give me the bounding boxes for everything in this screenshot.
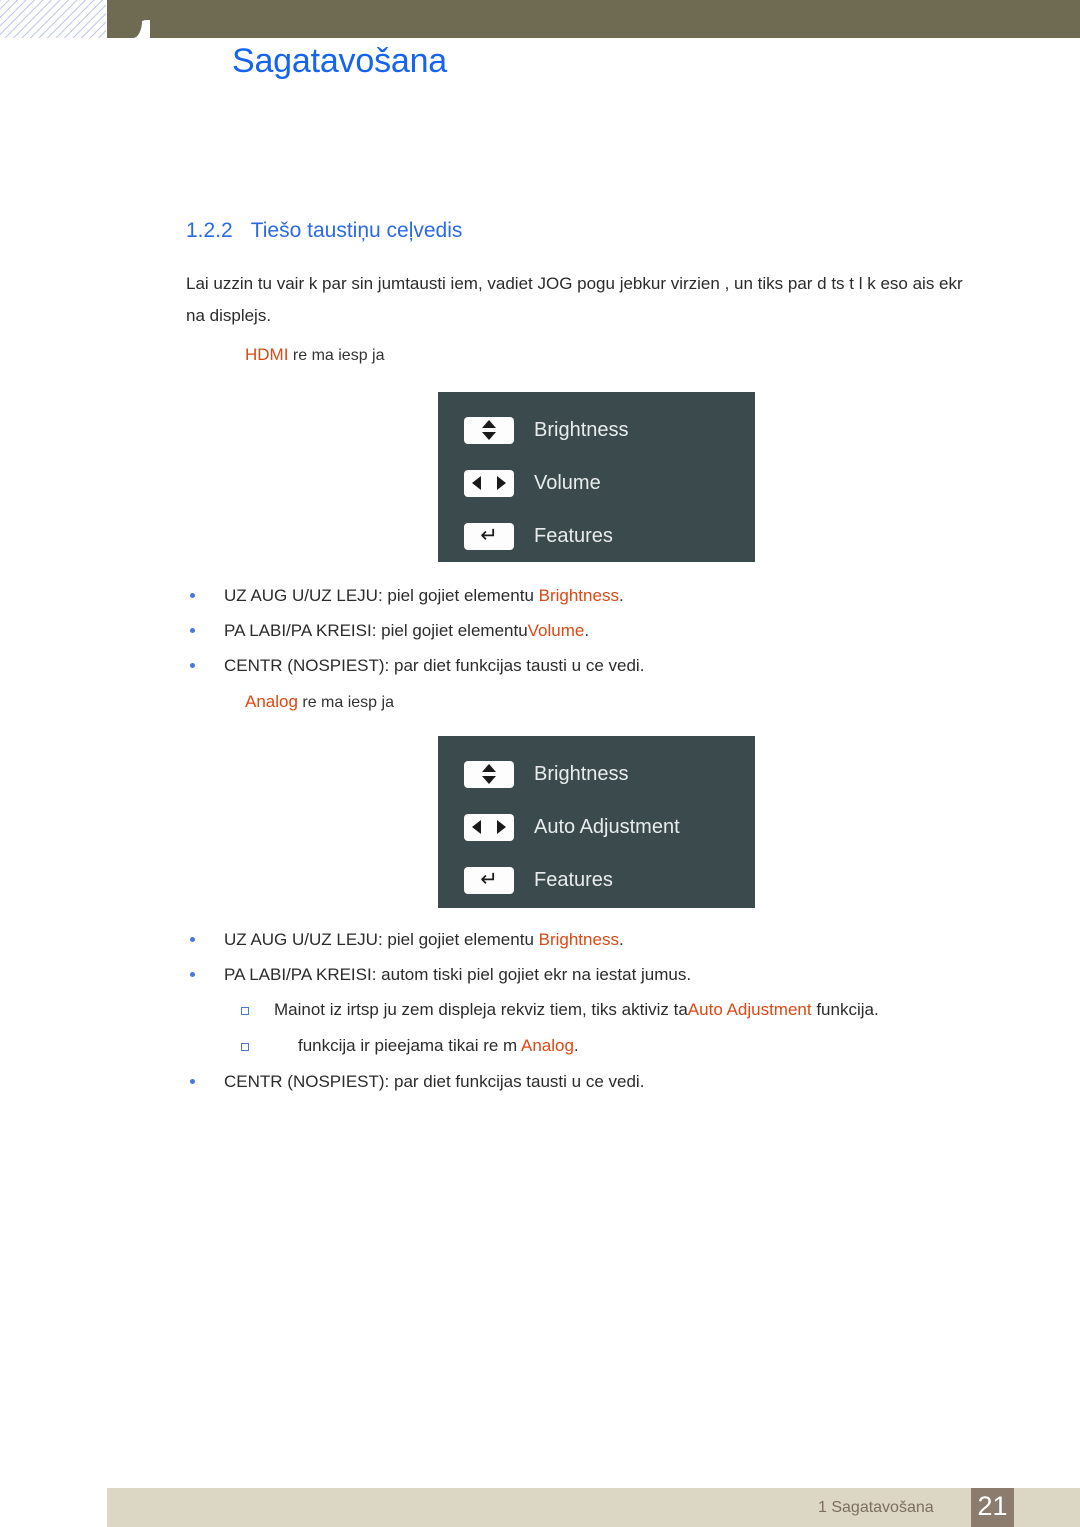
page-number: 21 — [977, 1491, 1008, 1521]
list-item: CENTR (NOSPIEST): par diet funkcijas tau… — [186, 1064, 1006, 1099]
analog-bullet-list: UZ AUG U/UZ LEJU: piel gojiet elementu B… — [186, 922, 1006, 1099]
osd-row[interactable]: ↵ Features — [438, 512, 755, 560]
analog-keyword: Analog — [245, 692, 298, 711]
hdmi-bullet-list: UZ AUG U/UZ LEJU: piel gojiet elementu B… — [186, 578, 1006, 683]
bullet-dot-icon — [190, 937, 195, 942]
page-title: Sagatavošana — [232, 42, 447, 80]
bullet-text-pre: UZ AUG U/UZ LEJU: piel gojiet elementu — [224, 930, 539, 949]
left-right-arrows-icon[interactable] — [464, 813, 514, 841]
section-number: 1.2.2 — [186, 219, 233, 242]
osd-row-label: Brightness — [534, 418, 629, 441]
osd-menu-hdmi: Brightness Volume ↵ Features — [438, 392, 755, 562]
enter-return-arrow-icon[interactable]: ↵ — [464, 866, 514, 894]
bullet-dot-icon — [190, 628, 195, 633]
page-footer-band — [107, 1488, 1080, 1527]
hdmi-keyword: HDMI — [245, 345, 289, 364]
bullet-text: PA LABI/PA KREISI: autom tiski piel goji… — [224, 965, 692, 984]
bullet-dot-icon — [190, 593, 195, 598]
footer-chapter-label: 1 Sagatavošana — [818, 1499, 934, 1516]
up-down-arrows-icon[interactable] — [464, 416, 514, 444]
sub-keyword: Analog — [520, 1036, 574, 1055]
osd-menu-analog: Brightness Auto Adjustment ↵ Features — [438, 736, 755, 908]
sub-keyword: Auto Adjustment — [687, 1000, 812, 1019]
osd-row[interactable]: Volume — [438, 459, 755, 507]
sub-list-item: funkcija ir pieejama tikai re m Analog. — [186, 1028, 1006, 1064]
page-number-box: 21 — [971, 1488, 1014, 1527]
osd-row-label: Features — [534, 868, 613, 891]
sub-text-post: funkcija. — [811, 1000, 879, 1019]
list-item: UZ AUG U/UZ LEJU: piel gojiet elementu B… — [186, 922, 1006, 957]
list-item: PA LABI/PA KREISI: autom tiski piel goji… — [186, 957, 1006, 992]
enter-return-arrow-icon[interactable]: ↵ — [464, 522, 514, 550]
page-header: Sagatavošana — [0, 0, 1080, 110]
analog-mode-label: Analog re ma iesp ja — [245, 692, 394, 712]
sub-text-post: . — [573, 1036, 579, 1055]
list-item: PA LABI/PA KREISI: piel gojiet elementuV… — [186, 613, 1006, 648]
osd-row-label: Auto Adjustment — [534, 815, 680, 838]
bullet-square-icon — [241, 1043, 249, 1051]
bullet-square-icon — [241, 1007, 249, 1015]
osd-row-label: Features — [534, 524, 613, 547]
bullet-text-post: . — [584, 621, 590, 640]
bullet-keyword: Brightness — [538, 930, 619, 949]
sub-text-pre: Mainot iz irtsp ju zem displeja rekviz t… — [274, 1000, 688, 1019]
osd-row[interactable]: ↵ Features — [438, 856, 755, 904]
osd-row-label: Volume — [534, 471, 601, 494]
bullet-text-pre: PA LABI/PA KREISI: piel gojiet elementu — [224, 621, 528, 640]
bullet-dot-icon — [190, 663, 195, 668]
hatch-decoration — [0, 0, 106, 38]
osd-row[interactable]: Brightness — [438, 406, 755, 454]
header-band — [107, 0, 1080, 38]
bullet-keyword: Brightness — [538, 586, 619, 605]
sub-list-item: Mainot iz irtsp ju zem displeja rekviz t… — [186, 992, 1006, 1028]
osd-row-label: Brightness — [534, 762, 629, 785]
list-item: UZ AUG U/UZ LEJU: piel gojiet elementu B… — [186, 578, 1006, 613]
sub-text-pre: funkcija ir pieejama tikai re m — [298, 1036, 521, 1055]
up-down-arrows-icon[interactable] — [464, 760, 514, 788]
bullet-text: CENTR (NOSPIEST): par diet funkcijas tau… — [224, 1072, 645, 1091]
analog-mode-rest: re ma iesp ja — [297, 694, 394, 711]
bullet-keyword: Volume — [527, 621, 585, 640]
section-heading: 1.2.2 Tiešo taustiņu ceļvedis — [186, 219, 462, 243]
section-title: Tiešo taustiņu ceļvedis — [250, 219, 463, 242]
bullet-text: CENTR (NOSPIEST): par diet funkcijas tau… — [224, 656, 645, 675]
osd-row[interactable]: Brightness — [438, 750, 755, 798]
bullet-text-pre: UZ AUG U/UZ LEJU: piel gojiet elementu — [224, 586, 539, 605]
bullet-dot-icon — [190, 972, 195, 977]
bullet-text-post: . — [618, 586, 624, 605]
intro-paragraph: Lai uzzin tu vair k par sin jumtausti ie… — [186, 274, 963, 325]
left-right-arrows-icon[interactable] — [464, 469, 514, 497]
bullet-text-post: . — [618, 930, 624, 949]
bullet-dot-icon — [190, 1079, 195, 1084]
hdmi-mode-label: HDMI re ma iesp ja — [245, 345, 385, 365]
list-item: CENTR (NOSPIEST): par diet funkcijas tau… — [186, 648, 1006, 683]
hdmi-mode-rest: re ma iesp ja — [288, 347, 385, 364]
osd-row[interactable]: Auto Adjustment — [438, 803, 755, 851]
